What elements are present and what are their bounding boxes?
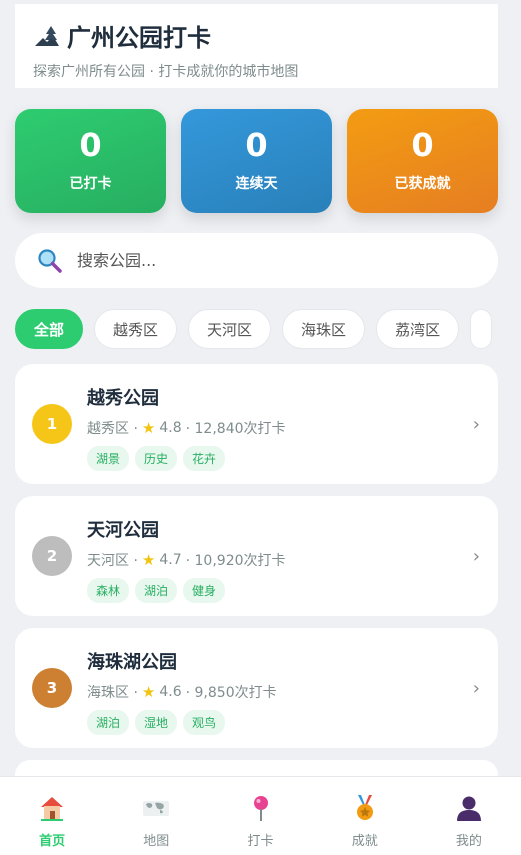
bottom-tab-bar: 首页 地图 打卡 成就 我的 — [0, 776, 521, 855]
search-input[interactable] — [77, 251, 476, 270]
tab-label: 成就 — [351, 834, 378, 849]
rank-badge: 3 — [32, 668, 72, 708]
park-tags: 湖景 历史 花卉 — [87, 446, 480, 471]
park-tag: 森林 — [87, 578, 130, 603]
search-bar[interactable] — [15, 233, 498, 288]
park-list: 1 越秀公园 越秀区 · ★ 4.8 · 12,840次打卡 湖景 历史 花卉 … — [15, 364, 498, 802]
tab-label: 我的 — [455, 834, 482, 849]
stat-value: 0 — [79, 126, 102, 164]
chevron-right-icon: › — [472, 546, 480, 567]
page-subtitle: 探索广州所有公园 · 打卡成就你的城市地图 — [33, 64, 299, 80]
stat-label: 已获成就 — [394, 176, 451, 192]
park-card[interactable]: 1 越秀公园 越秀区 · ★ 4.8 · 12,840次打卡 湖景 历史 花卉 … — [15, 364, 498, 484]
rank-badge: 2 — [32, 536, 72, 576]
search-icon — [38, 248, 62, 273]
tab-profile[interactable]: 我的 — [417, 777, 521, 855]
filter-chip-all[interactable]: 全部 — [15, 309, 84, 349]
chevron-right-icon: › — [472, 678, 480, 699]
park-tag: 湖泊 — [87, 710, 130, 735]
rank-badge: 1 — [32, 404, 72, 444]
stat-checked-in[interactable]: 0 已打卡 — [15, 109, 166, 213]
park-tag: 健身 — [183, 578, 226, 603]
park-rating: 4.8 — [159, 420, 182, 436]
park-tags: 森林 湖泊 健身 — [87, 578, 480, 603]
stat-achievements[interactable]: 0 已获成就 — [347, 109, 498, 213]
medal-icon — [356, 795, 373, 820]
star-icon: ★ — [141, 551, 156, 569]
world-map-icon — [143, 801, 170, 816]
filter-chip-liwan[interactable]: 荔湾区 — [376, 309, 460, 349]
park-tag: 历史 — [135, 446, 178, 471]
district-filter-bar: 全部 越秀区 天河区 海珠区 荔湾区 — [15, 309, 498, 349]
park-meta: 天河区 · ★ 4.7 · 10,920次打卡 — [87, 550, 480, 570]
user-icon — [456, 796, 481, 821]
park-meta: 越秀区 · ★ 4.8 · 12,840次打卡 — [87, 418, 480, 438]
star-icon: ★ — [141, 419, 156, 437]
stat-value: 0 — [411, 126, 434, 164]
tab-achievements[interactable]: 成就 — [313, 777, 417, 855]
filter-chip-haizhu[interactable]: 海珠区 — [282, 309, 366, 349]
park-tag: 湖景 — [87, 446, 130, 471]
park-checkins: · 12,840次打卡 — [185, 421, 286, 437]
tab-label: 打卡 — [247, 834, 274, 849]
filter-chip-more[interactable] — [470, 309, 493, 349]
stats-row: 0 已打卡 0 连续天 0 已获成就 — [15, 109, 498, 213]
park-checkins: · 9,850次打卡 — [185, 685, 277, 701]
home-icon — [41, 797, 64, 821]
park-district: 海珠区 · — [87, 685, 138, 701]
park-card[interactable]: 3 海珠湖公园 海珠区 · ★ 4.6 · 9,850次打卡 湖泊 湿地 观鸟 … — [15, 628, 498, 748]
stat-value: 0 — [245, 126, 268, 164]
app-header: 广州公园打卡 探索广州所有公园 · 打卡成就你的城市地图 — [15, 4, 498, 88]
tab-label: 地图 — [143, 834, 170, 849]
star-icon: ★ — [141, 683, 156, 701]
park-district: 越秀区 · — [87, 421, 138, 437]
park-checkins: · 10,920次打卡 — [185, 553, 286, 569]
park-name: 海珠湖公园 — [87, 652, 177, 673]
stat-label: 已打卡 — [69, 176, 112, 192]
pin-icon — [253, 796, 268, 821]
park-tag: 湿地 — [135, 710, 178, 735]
park-tag: 湖泊 — [135, 578, 178, 603]
filter-chip-tianhe[interactable]: 天河区 — [188, 309, 272, 349]
tab-map[interactable]: 地图 — [104, 777, 208, 855]
park-tags: 湖泊 湿地 观鸟 — [87, 710, 480, 735]
park-card[interactable]: 2 天河公园 天河区 · ★ 4.7 · 10,920次打卡 森林 湖泊 健身 … — [15, 496, 498, 616]
park-rating: 4.6 — [159, 684, 182, 700]
park-tag: 观鸟 — [183, 710, 226, 735]
park-name: 越秀公园 — [87, 388, 159, 409]
park-tag: 花卉 — [183, 446, 226, 471]
tab-home[interactable]: 首页 — [0, 777, 104, 855]
park-tree-icon — [35, 25, 59, 46]
page-title: 广州公园打卡 — [67, 24, 211, 52]
stat-label: 连续天 — [235, 176, 278, 192]
stat-streak-days[interactable]: 0 连续天 — [181, 109, 332, 213]
chevron-right-icon: › — [472, 414, 480, 435]
tab-checkin[interactable]: 打卡 — [208, 777, 312, 855]
park-rating: 4.7 — [159, 552, 182, 568]
filter-chip-yuexiu[interactable]: 越秀区 — [94, 309, 178, 349]
park-district: 天河区 · — [87, 553, 138, 569]
tab-label: 首页 — [39, 834, 66, 849]
park-meta: 海珠区 · ★ 4.6 · 9,850次打卡 — [87, 682, 480, 702]
park-name: 天河公园 — [87, 520, 159, 541]
